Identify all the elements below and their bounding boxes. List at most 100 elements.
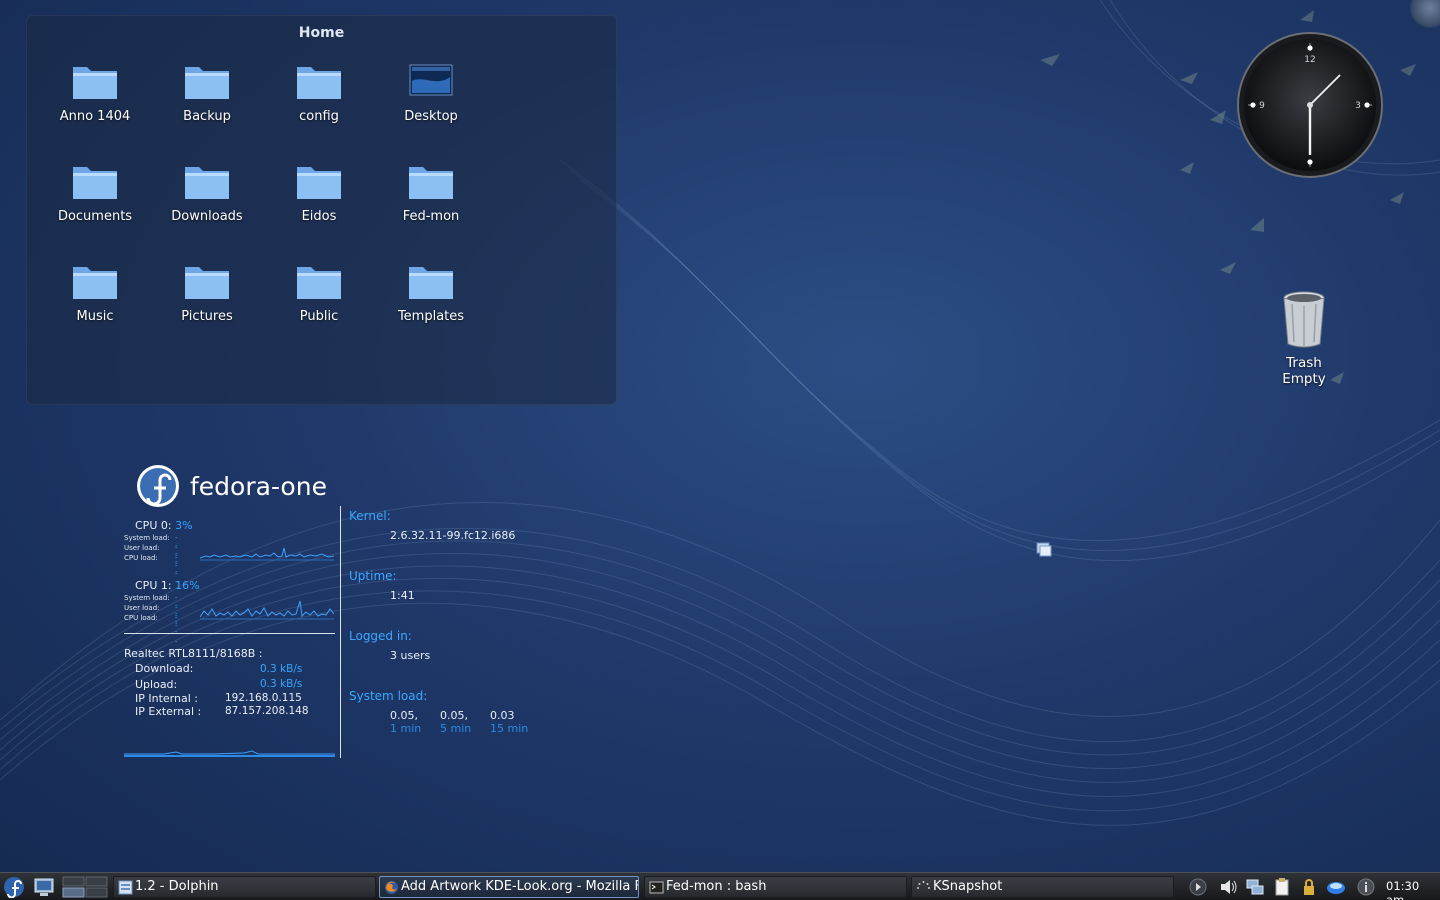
folder-item-eidos[interactable]: Eidos [269,161,369,241]
taskbar-clock[interactable]: 01:30 am [1386,879,1440,900]
folder-item-config[interactable]: config [269,61,369,141]
taskbar: 1.2 - Dolphin Add Artwork KDE-Look.org -… [0,872,1440,900]
fedora-logo-icon [137,465,179,507]
dolphin-icon [118,880,133,895]
folder-item-anno-1404[interactable]: Anno 1404 [45,61,145,141]
load-1min-value: 0.05, [390,709,418,722]
desktop[interactable]: Home Anno 1404 Backup config Desktop Doc… [0,0,1440,872]
folder-item-label: Downloads [171,209,243,224]
folder-item-backup[interactable]: Backup [157,61,257,141]
task-ksnapshot[interactable]: KSnapshot [911,876,1174,898]
cpu1-percent: 16% [175,579,200,592]
folder-item-fed-mon[interactable]: Fed-mon [381,161,481,241]
cpu1-graph [200,600,334,620]
section-divider [124,633,335,634]
task-label: 1.2 - Dolphin [135,879,219,894]
trash-icon [1283,291,1325,348]
firefox-icon [385,881,398,894]
logged-in-value: 3 users [390,649,431,662]
folder-icon [185,67,229,99]
lock-icon[interactable] [1299,877,1319,897]
ip-internal-value: 192.168.0.115 [225,692,302,704]
folder-icon [73,67,117,99]
folder-item-templates[interactable]: Templates [381,261,481,341]
fedora-menu-icon[interactable] [2,876,26,898]
folder-item-label: Documents [57,209,133,224]
folder-item-documents[interactable]: Documents [45,161,145,241]
folder-item-pictures[interactable]: Pictures [157,261,257,341]
terminal-icon [649,881,664,894]
folder-icon [409,167,453,199]
show-desktop-icon[interactable] [32,876,56,898]
network-icon[interactable] [1245,877,1265,897]
system-load-label: System load: [124,534,170,542]
cpu0-heading: CPU 0: 3% [135,519,193,532]
folder-item-label: Desktop [404,109,458,124]
folder-item-label: Fed-mon [402,209,460,224]
load-15min-value: 0.03 [490,709,515,722]
cpu1-heading: CPU 1: 16% [135,579,200,592]
cpu0-graph [200,547,334,561]
folder-icon [297,67,341,99]
update-notifier-icon[interactable] [1326,877,1346,897]
cpu0-label: CPU 0: [135,519,172,532]
load-5min-label: 5 min [440,722,472,735]
clock-numeral-9: 9 [1259,101,1265,111]
trash-label-name: Trash [1286,355,1322,371]
folder-item-label: Pictures [181,309,233,324]
notifications-info-icon[interactable] [1356,877,1376,897]
system-monitor-widget[interactable]: fedora-one CPU 0: 3% System load: ---- Us… [118,460,548,760]
task-konsole[interactable]: Fed-mon : bash [644,876,907,898]
cpu0-percent: 3% [175,519,193,532]
folder-item-music[interactable]: Music [45,261,145,341]
kernel-heading: Kernel: [349,509,391,523]
trash-desktop-icon[interactable]: Trash Empty [1262,290,1346,390]
upload-value: 0.3 kB/s [260,678,303,690]
cpu1-user-load: User load: ---- [124,604,178,636]
desktop-small-icon[interactable] [1036,541,1052,557]
tray-expand-arrow-icon[interactable] [1188,877,1208,897]
folder-item-downloads[interactable]: Downloads [157,161,257,241]
folder-item-desktop[interactable]: Desktop [381,61,481,141]
task-dolphin[interactable]: 1.2 - Dolphin [113,876,376,898]
ip-external-value: 87.157.208.148 [225,705,309,717]
task-label: KSnapshot [933,879,1003,894]
folder-view-widget[interactable]: Home Anno 1404 Backup config Desktop Doc… [26,15,617,405]
cpu1-cpu-load: CPU load: ---- [124,614,178,646]
folder-icon [297,167,341,199]
trash-label: Trash Empty [1262,355,1346,387]
folder-item-label: Eidos [301,209,337,224]
user-load-label: User load: [124,544,160,552]
column-divider [340,506,341,758]
cpu-load-label: CPU load: [124,614,158,622]
folder-icon [73,267,117,299]
cpu0-user-load: User load: ---- [124,544,178,576]
folder-icon [409,267,453,299]
load-15min-label: 15 min [490,722,529,735]
uptime-value: 1:41 [390,589,415,602]
folder-item-public[interactable]: Public [269,261,369,341]
task-firefox[interactable]: Add Artwork KDE-Look.org - Mozilla Fir [379,876,639,898]
analog-clock-widget[interactable]: 12 3 9 [1236,31,1384,179]
system-load-heading: System load: [349,689,428,703]
virtual-desktop-pager[interactable] [62,876,108,898]
task-label: Add Artwork KDE-Look.org - Mozilla Fir [401,879,639,894]
kernel-value: 2.6.32.11-99.fc12.i686 [390,529,516,542]
cpu-load-label: CPU load: [124,554,158,562]
network-graph [124,750,335,757]
folder-icon [185,167,229,199]
load-1min-label: 1 min [390,722,422,735]
folder-item-label: Public [299,309,339,324]
user-load-label: User load: [124,604,160,612]
clipboard-icon[interactable] [1272,877,1292,897]
volume-icon[interactable] [1218,877,1238,897]
clock-numeral-3: 3 [1355,101,1361,111]
folder-item-label: Music [76,309,114,324]
ip-internal-label: IP Internal : [135,692,198,705]
folder-icon [73,167,117,199]
folder-item-label: Anno 1404 [59,109,131,124]
system-load-label: System load: [124,594,170,602]
upload-label: Upload: [135,678,178,691]
desktop-folder-icon [409,64,453,96]
download-label: Download: [135,662,194,675]
